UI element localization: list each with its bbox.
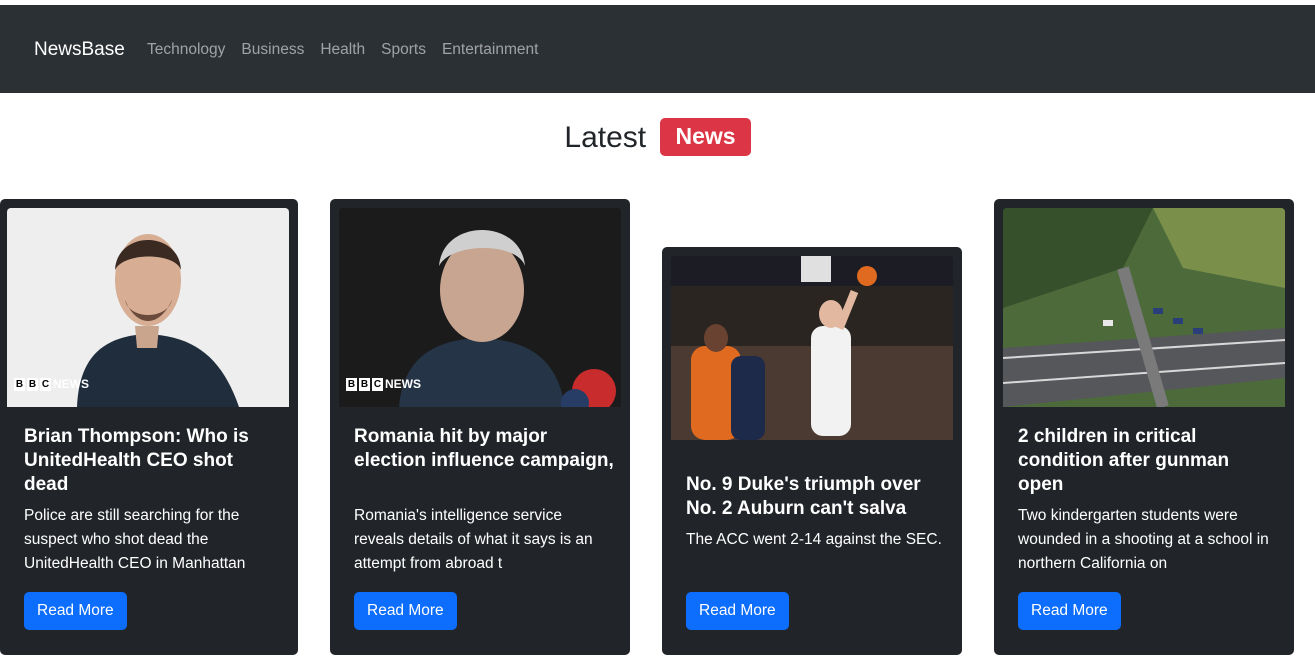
read-more-button[interactable]: Read More bbox=[686, 592, 789, 630]
read-more-button[interactable]: Read More bbox=[354, 592, 457, 630]
read-more-button[interactable]: Read More bbox=[24, 592, 127, 630]
page-title: Latest News bbox=[0, 118, 1315, 156]
news-image bbox=[671, 256, 953, 440]
nav-link-health[interactable]: Health bbox=[320, 41, 365, 59]
brand-link[interactable]: NewsBase bbox=[34, 39, 125, 61]
aerial-photo-icon bbox=[1003, 208, 1285, 407]
nav-link-business[interactable]: Business bbox=[241, 41, 304, 59]
card-description: Two kindergarten students were wounded i… bbox=[1018, 507, 1269, 572]
nav-link-entertainment[interactable]: Entertainment bbox=[442, 41, 539, 59]
card-title: No. 9 Duke's triumph over No. 2 Auburn c… bbox=[686, 474, 921, 519]
card-description: Romania's intelligence service reveals d… bbox=[354, 507, 593, 572]
news-image: BBC NEWS bbox=[7, 208, 289, 407]
nav-links: Technology Business Health Sports Entert… bbox=[147, 41, 538, 59]
page-title-text: Latest bbox=[564, 121, 647, 154]
read-more-button[interactable]: Read More bbox=[1018, 592, 1121, 630]
card-title: Brian Thompson: Who is UnitedHealth CEO … bbox=[24, 426, 249, 495]
news-card: BBC NEWS Romania hit by major election i… bbox=[330, 199, 630, 655]
nav-link-sports[interactable]: Sports bbox=[381, 41, 426, 59]
basketball-photo-icon bbox=[671, 256, 953, 440]
card-title: 2 children in critical condition after g… bbox=[1018, 426, 1230, 495]
news-badge: News bbox=[660, 118, 751, 156]
news-card: No. 9 Duke's triumph over No. 2 Auburn c… bbox=[662, 247, 962, 655]
card-description: Police are still searching for the suspe… bbox=[24, 507, 246, 572]
news-card: 2 children in critical condition after g… bbox=[994, 199, 1294, 655]
card-description: The ACC went 2-14 against the SEC. bbox=[686, 531, 942, 548]
news-image: BBC NEWS bbox=[339, 208, 621, 407]
news-image bbox=[1003, 208, 1285, 407]
bbc-watermark: BBC NEWS bbox=[346, 377, 421, 391]
navbar: NewsBase Technology Business Health Spor… bbox=[0, 5, 1315, 93]
bbc-watermark: BBC NEWS bbox=[14, 377, 89, 391]
news-card: BBC NEWS Brian Thompson: Who is UnitedHe… bbox=[0, 199, 298, 655]
card-title: Romania hit by major election influence … bbox=[354, 426, 614, 471]
nav-link-technology[interactable]: Technology bbox=[147, 41, 225, 59]
